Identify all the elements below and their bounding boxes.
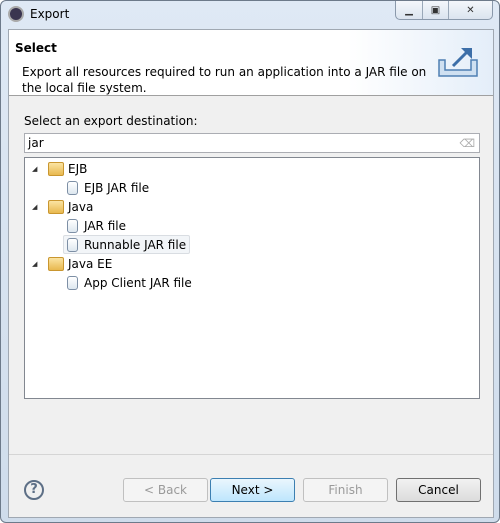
tree-item-label: EJB JAR file xyxy=(84,180,150,195)
ejb-jar-icon xyxy=(67,180,78,195)
page-description: Export all resources required to run an … xyxy=(22,65,427,95)
tree-item-label: Java xyxy=(68,199,94,214)
window-title: Export xyxy=(30,7,70,21)
runnable-jar-icon xyxy=(67,237,78,252)
folder-icon xyxy=(48,161,64,176)
tree-item-ejb-jar-file[interactable]: EJB JAR file xyxy=(64,178,149,197)
tree-item-ejb[interactable]: ◢ EJB xyxy=(32,159,87,178)
finish-button[interactable]: Finish xyxy=(303,478,388,502)
tree-item-jar-file[interactable]: JAR file xyxy=(64,216,126,235)
back-button[interactable]: < Back xyxy=(123,478,208,502)
dialog-body: Select Export all resources required to … xyxy=(8,29,494,518)
export-icon xyxy=(438,48,478,77)
tree-item-app-client-jar-file[interactable]: App Client JAR file xyxy=(64,273,192,292)
tree-item-label: Java EE xyxy=(68,256,113,271)
folder-icon xyxy=(48,256,64,271)
jar-icon xyxy=(67,218,78,233)
wizard-header: Select Export all resources required to … xyxy=(9,30,493,96)
clear-filter-icon[interactable]: ⌫ xyxy=(459,136,475,152)
expand-toggle-icon[interactable]: ◢ xyxy=(32,203,42,211)
maximize-icon[interactable]: ▣ xyxy=(422,1,448,19)
page-title: Select xyxy=(15,41,57,55)
filter-input[interactable]: jar ⌫ xyxy=(24,133,480,153)
cancel-button[interactable]: Cancel xyxy=(396,478,481,502)
export-destination-tree[interactable]: ◢ EJB EJB JAR file ◢ Java JAR file Runnabl… xyxy=(24,157,480,399)
folder-icon xyxy=(48,199,64,214)
help-icon[interactable]: ? xyxy=(24,480,44,500)
tree-item-java[interactable]: ◢ Java xyxy=(32,197,93,216)
window-controls: ▁ ▣ ✕ xyxy=(395,1,493,20)
close-icon[interactable]: ✕ xyxy=(448,1,492,19)
tree-item-label: Runnable JAR file xyxy=(84,237,187,252)
tree-item-label: EJB xyxy=(68,161,88,176)
tree-item-runnable-jar-file[interactable]: Runnable JAR file xyxy=(63,235,191,254)
next-button[interactable]: Next > xyxy=(210,478,295,502)
tree-item-label: App Client JAR file xyxy=(84,275,192,290)
destination-label: Select an export destination: xyxy=(24,114,198,128)
tree-item-java-ee[interactable]: ◢ Java EE xyxy=(32,254,112,273)
divider xyxy=(9,454,493,455)
eclipse-icon xyxy=(8,6,24,22)
tree-item-label: JAR file xyxy=(84,218,126,233)
app-client-icon xyxy=(67,275,78,290)
expand-toggle-icon[interactable]: ◢ xyxy=(32,165,42,173)
minimize-icon[interactable]: ▁ xyxy=(396,1,422,19)
filter-value: jar xyxy=(28,136,44,150)
export-dialog: Export ▁ ▣ ✕ Select Export all resources… xyxy=(0,0,500,523)
expand-toggle-icon[interactable]: ◢ xyxy=(32,260,42,268)
